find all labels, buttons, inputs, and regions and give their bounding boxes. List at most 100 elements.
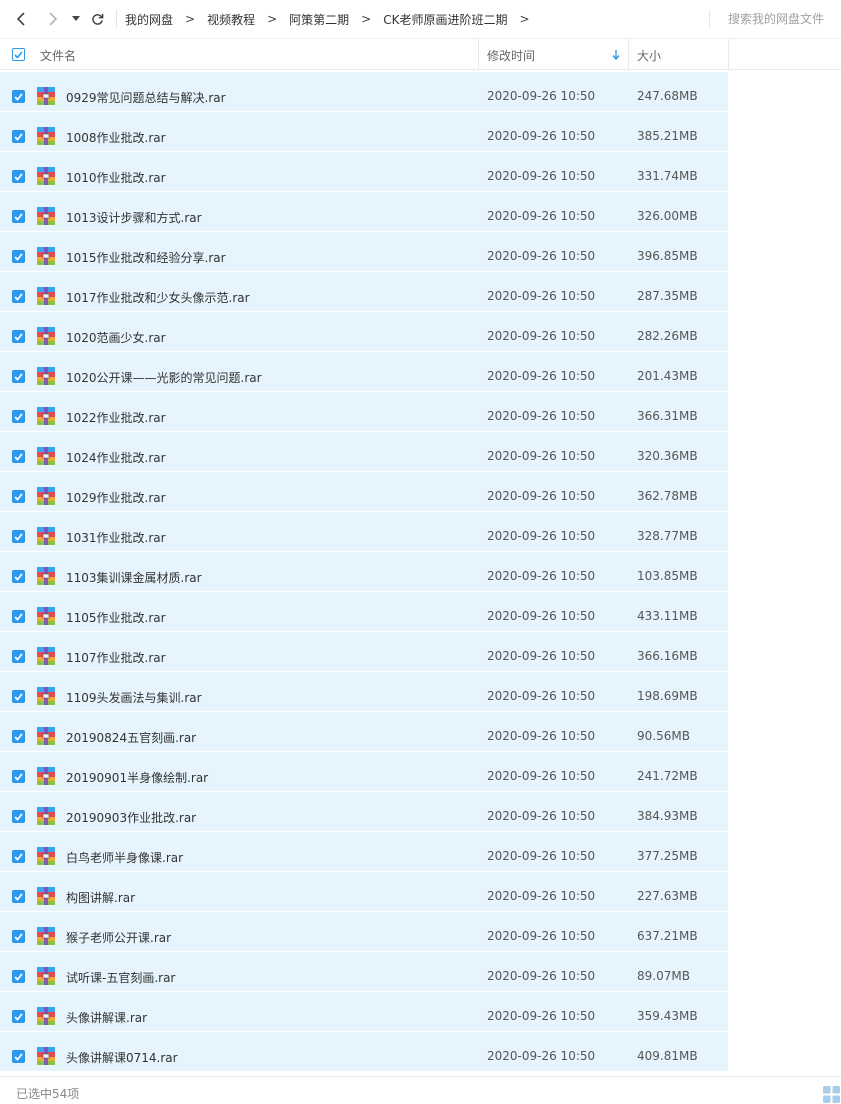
file-row[interactable]: 1022作业批改.rar 2020-09-26 10:50 366.31MB — [0, 392, 728, 432]
file-name[interactable]: 1107作业批改.rar — [66, 649, 166, 666]
file-row[interactable]: 20190903作业批改.rar 2020-09-26 10:50 384.93MB — [0, 792, 728, 832]
grid-view-icon[interactable] — [823, 1086, 841, 1104]
file-row[interactable]: 1020范画少女.rar 2020-09-26 10:50 282.26MB — [0, 312, 728, 352]
file-row[interactable]: 1010作业批改.rar 2020-09-26 10:50 331.74MB — [0, 152, 728, 192]
rar-archive-icon[interactable] — [36, 926, 56, 946]
history-dropdown-button[interactable] — [68, 0, 84, 38]
file-row[interactable]: 试听课-五官刻画.rar 2020-09-26 10:50 89.07MB — [0, 952, 728, 992]
file-name[interactable]: 1022作业批改.rar — [66, 409, 166, 426]
rar-archive-icon[interactable] — [36, 766, 56, 786]
row-checkbox[interactable] — [12, 330, 25, 343]
file-name[interactable]: 1008作业批改.rar — [66, 129, 166, 146]
file-name[interactable]: 构图讲解.rar — [66, 889, 135, 906]
file-row[interactable]: 1024作业批改.rar 2020-09-26 10:50 320.36MB — [0, 432, 728, 472]
file-row[interactable]: 1015作业批改和经验分享.rar 2020-09-26 10:50 396.85M… — [0, 232, 728, 272]
file-name[interactable]: 1015作业批改和经验分享.rar — [66, 249, 226, 266]
file-row[interactable]: 构图讲解.rar 2020-09-26 10:50 227.63MB — [0, 872, 728, 912]
column-header-modified[interactable]: 修改时间 — [487, 47, 535, 64]
row-checkbox[interactable] — [12, 850, 25, 863]
file-row[interactable]: 0929常见问题总结与解决.rar 2020-09-26 10:50 247.68M… — [0, 72, 728, 112]
rar-archive-icon[interactable] — [36, 166, 56, 186]
row-checkbox[interactable] — [12, 250, 25, 263]
file-name[interactable]: 1029作业批改.rar — [66, 489, 166, 506]
row-checkbox[interactable] — [12, 970, 25, 983]
row-checkbox[interactable] — [12, 730, 25, 743]
file-row[interactable]: 1029作业批改.rar 2020-09-26 10:50 362.78MB — [0, 472, 728, 512]
file-name[interactable]: 20190824五官刻画.rar — [66, 729, 196, 746]
rar-archive-icon[interactable] — [36, 246, 56, 266]
rar-archive-icon[interactable] — [36, 1006, 56, 1026]
file-row[interactable]: 猴子老师公开课.rar 2020-09-26 10:50 637.21MB — [0, 912, 728, 952]
file-name[interactable]: 1103集训课金属材质.rar — [66, 569, 202, 586]
file-name[interactable]: 1020公开课——光影的常见问题.rar — [66, 369, 262, 386]
file-row[interactable]: 头像讲解课.rar 2020-09-26 10:50 359.43MB — [0, 992, 728, 1032]
file-name[interactable]: 试听课-五官刻画.rar — [66, 969, 175, 986]
search-input[interactable] — [718, 8, 836, 30]
row-checkbox[interactable] — [12, 530, 25, 543]
row-checkbox[interactable] — [12, 290, 25, 303]
file-row[interactable]: 1017作业批改和少女头像示范.rar 2020-09-26 10:50 287.3… — [0, 272, 728, 312]
rar-archive-icon[interactable] — [36, 486, 56, 506]
rar-archive-icon[interactable] — [36, 686, 56, 706]
row-checkbox[interactable] — [12, 810, 25, 823]
breadcrumb-item-ace-phase-two[interactable]: 阿策第二期 — [289, 11, 349, 28]
row-checkbox[interactable] — [12, 570, 25, 583]
breadcrumb-item-current-folder[interactable]: CK老师原画进阶班二期 — [383, 11, 507, 28]
file-row[interactable]: 1105作业批改.rar 2020-09-26 10:50 433.11MB — [0, 592, 728, 632]
row-checkbox[interactable] — [12, 90, 25, 103]
file-row[interactable]: 白鸟老师半身像课.rar 2020-09-26 10:50 377.25MB — [0, 832, 728, 872]
file-row[interactable]: 1013设计步骤和方式.rar 2020-09-26 10:50 326.00MB — [0, 192, 728, 232]
file-row[interactable]: 1031作业批改.rar 2020-09-26 10:50 328.77MB — [0, 512, 728, 552]
rar-archive-icon[interactable] — [36, 126, 56, 146]
file-row[interactable]: 20190824五官刻画.rar 2020-09-26 10:50 90.56MB — [0, 712, 728, 752]
row-checkbox[interactable] — [12, 210, 25, 223]
rar-archive-icon[interactable] — [36, 526, 56, 546]
file-name[interactable]: 1017作业批改和少女头像示范.rar — [66, 289, 250, 306]
file-row[interactable]: 1109头发画法与集训.rar 2020-09-26 10:50 198.69MB — [0, 672, 728, 712]
file-name[interactable]: 1024作业批改.rar — [66, 449, 166, 466]
file-name[interactable]: 1020范画少女.rar — [66, 329, 166, 346]
row-checkbox[interactable] — [12, 610, 25, 623]
file-name[interactable]: 20190903作业批改.rar — [66, 809, 196, 826]
rar-archive-icon[interactable] — [36, 206, 56, 226]
column-divider[interactable] — [478, 39, 479, 70]
row-checkbox[interactable] — [12, 130, 25, 143]
rar-archive-icon[interactable] — [36, 1046, 56, 1066]
rar-archive-icon[interactable] — [36, 726, 56, 746]
file-name[interactable]: 20190901半身像绘制.rar — [66, 769, 208, 786]
file-row[interactable]: 20190901半身像绘制.rar 2020-09-26 10:50 241.72M… — [0, 752, 728, 792]
breadcrumb-item-my-disk[interactable]: 我的网盘 — [125, 11, 173, 28]
row-checkbox[interactable] — [12, 690, 25, 703]
file-name[interactable]: 头像讲解课0714.rar — [66, 1049, 178, 1066]
rar-archive-icon[interactable] — [36, 286, 56, 306]
row-checkbox[interactable] — [12, 450, 25, 463]
rar-archive-icon[interactable] — [36, 406, 56, 426]
row-checkbox[interactable] — [12, 890, 25, 903]
rar-archive-icon[interactable] — [36, 606, 56, 626]
rar-archive-icon[interactable] — [36, 646, 56, 666]
row-checkbox[interactable] — [12, 170, 25, 183]
row-checkbox[interactable] — [12, 370, 25, 383]
file-row[interactable]: 1107作业批改.rar 2020-09-26 10:50 366.16MB — [0, 632, 728, 672]
rar-archive-icon[interactable] — [36, 806, 56, 826]
row-checkbox[interactable] — [12, 770, 25, 783]
column-divider[interactable] — [628, 39, 629, 70]
file-row[interactable]: 1103集训课金属材质.rar 2020-09-26 10:50 103.85MB — [0, 552, 728, 592]
row-checkbox[interactable] — [12, 930, 25, 943]
file-row[interactable]: 头像讲解课0714.rar 2020-09-26 10:50 409.81MB — [0, 1032, 728, 1072]
sort-down-arrow-icon[interactable] — [612, 50, 620, 60]
file-name[interactable]: 猴子老师公开课.rar — [66, 929, 171, 946]
refresh-button[interactable] — [86, 0, 108, 38]
rar-archive-icon[interactable] — [36, 366, 56, 386]
row-checkbox[interactable] — [12, 650, 25, 663]
file-name[interactable]: 1031作业批改.rar — [66, 529, 166, 546]
row-checkbox[interactable] — [12, 1050, 25, 1063]
rar-archive-icon[interactable] — [36, 446, 56, 466]
file-row[interactable]: 1008作业批改.rar 2020-09-26 10:50 385.21MB — [0, 112, 728, 152]
file-name[interactable]: 白鸟老师半身像课.rar — [66, 849, 183, 866]
breadcrumb-item-video-tutorials[interactable]: 视频教程 — [207, 11, 255, 28]
column-header-name[interactable]: 文件名 — [40, 47, 76, 64]
rar-archive-icon[interactable] — [36, 886, 56, 906]
file-row[interactable]: 1020公开课——光影的常见问题.rar 2020-09-26 10:50 201.… — [0, 352, 728, 392]
column-header-size[interactable]: 大小 — [637, 47, 661, 64]
